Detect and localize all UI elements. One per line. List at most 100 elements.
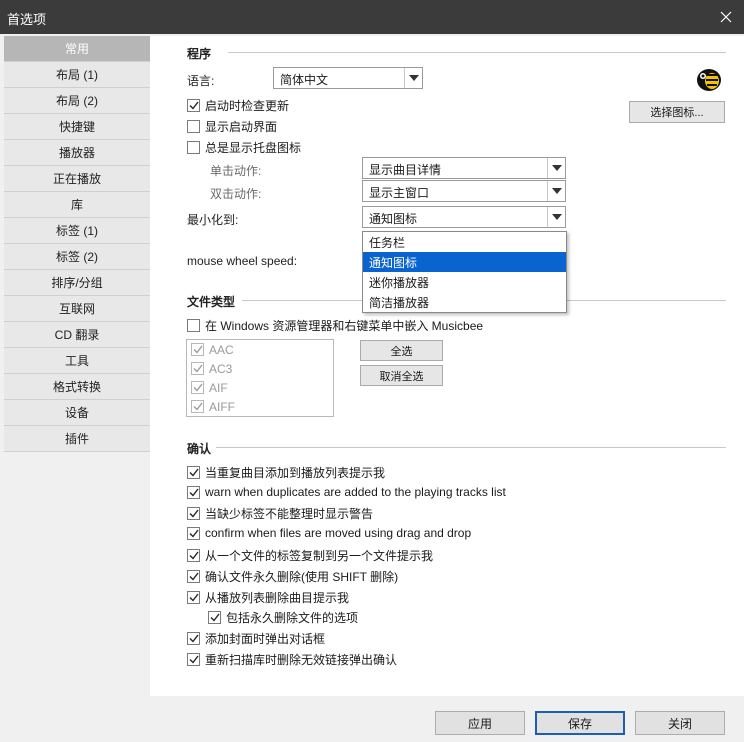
sidebar-item-format-convert[interactable]: 格式转换	[4, 374, 150, 400]
sidebar-item-label: 库	[70, 198, 83, 212]
sidebar-item-label: CD 翻录	[54, 328, 100, 342]
sidebar-item-player[interactable]: 播放器	[4, 140, 150, 166]
sidebar-item-general[interactable]: 常用	[4, 36, 150, 62]
checkmark-icon	[187, 591, 200, 604]
confirm-label: 添加封面时弹出对话框	[205, 632, 326, 646]
confirm-checkbox-3[interactable]: confirm when files are moved using drag …	[187, 526, 471, 540]
always-tray-checkbox[interactable]: 总是显示托盘图标	[187, 139, 301, 156]
sidebar-item-label: 布局 (2)	[55, 94, 98, 108]
checkmark-icon	[187, 99, 200, 112]
sidebar-item-tools[interactable]: 工具	[4, 348, 150, 374]
confirm-label: 重新扫描库时删除无效链接弹出确认	[205, 653, 398, 667]
embed-explorer-checkbox[interactable]: 在 Windows 资源管理器和右键菜单中嵌入 Musicbee	[187, 317, 483, 334]
sidebar-item-label: 快捷键	[58, 120, 95, 134]
sidebar-item-layout-2[interactable]: 布局 (2)	[4, 88, 150, 114]
confirm-label: 从播放列表删除曲目提示我	[205, 591, 350, 605]
dropdown-option-taskbar[interactable]: 任务栏	[363, 232, 566, 252]
check-updates-checkbox[interactable]: 启动时检查更新	[187, 97, 289, 114]
language-select[interactable]: 简体中文	[273, 67, 423, 89]
section-title-file-types: 文件类型	[187, 295, 236, 309]
checkmark-icon	[208, 611, 221, 624]
single-click-value: 显示曲目详情	[369, 163, 442, 177]
confirm-checkbox-6[interactable]: 从播放列表删除曲目提示我	[187, 589, 349, 606]
single-click-select[interactable]: 显示曲目详情	[362, 157, 566, 179]
deselect-all-button[interactable]: 取消全选	[360, 365, 443, 386]
language-label: 语言:	[187, 74, 215, 88]
section-title-program: 程序	[187, 47, 212, 61]
mouse-wheel-label: mouse wheel speed:	[187, 254, 298, 268]
list-item-label: AIFF	[209, 399, 235, 414]
sidebar-item-label: 设备	[64, 406, 89, 420]
chevron-down-icon	[547, 158, 565, 178]
divider	[228, 52, 726, 53]
confirm-checkbox-5[interactable]: 确认文件永久删除(使用 SHIFT 删除)	[187, 568, 398, 585]
sidebar-item-label: 标签 (2)	[55, 250, 98, 264]
list-item-label: AC3	[209, 361, 233, 376]
double-click-select[interactable]: 显示主窗口	[362, 180, 566, 202]
confirm-checkbox-1[interactable]: warn when duplicates are added to the pl…	[187, 485, 506, 499]
sidebar-item-label: 正在播放	[52, 172, 101, 186]
sidebar-item-label: 插件	[64, 432, 89, 446]
close-button[interactable]: 关闭	[635, 711, 725, 735]
sidebar-item-label: 布局 (1)	[55, 68, 98, 82]
checkmark-icon	[191, 362, 204, 375]
confirm-checkbox-0[interactable]: 当重复曲目添加到播放列表提示我	[187, 464, 385, 481]
show-splash-checkbox[interactable]: 显示启动界面	[187, 118, 277, 135]
sidebar-item-layout-1[interactable]: 布局 (1)	[4, 62, 150, 88]
sidebar-item-plugins[interactable]: 插件	[4, 426, 150, 452]
minimize-dropdown-list[interactable]: 任务栏 通知图标 迷你播放器 简洁播放器	[362, 231, 567, 313]
embed-explorer-label: 在 Windows 资源管理器和右键菜单中嵌入 Musicbee	[205, 319, 484, 333]
confirm-label: 当重复曲目添加到播放列表提示我	[205, 466, 386, 480]
sidebar-item-label: 互联网	[58, 302, 95, 316]
minimize-select[interactable]: 通知图标	[362, 206, 566, 228]
musicbee-logo-icon	[695, 66, 723, 92]
close-icon[interactable]	[708, 0, 744, 34]
minimize-label: 最小化到:	[187, 213, 239, 227]
confirm-checkbox-7[interactable]: 包括永久删除文件的选项	[208, 609, 358, 626]
checkbox-box	[187, 319, 200, 332]
list-item[interactable]: AAC	[187, 340, 333, 359]
apply-button[interactable]: 应用	[435, 711, 525, 735]
sidebar-item-devices[interactable]: 设备	[4, 400, 150, 426]
select-all-button[interactable]: 全选	[360, 340, 443, 361]
confirm-checkbox-4[interactable]: 从一个文件的标签复制到另一个文件提示我	[187, 547, 433, 564]
checkmark-icon	[191, 381, 204, 394]
sidebar-item-shortcuts[interactable]: 快捷键	[4, 114, 150, 140]
confirm-checkbox-2[interactable]: 当缺少标签不能整理时显示警告	[187, 505, 373, 522]
sidebar-item-label: 格式转换	[52, 380, 101, 394]
confirm-checkbox-9[interactable]: 重新扫描库时删除无效链接弹出确认	[187, 651, 397, 668]
checkmark-icon	[187, 526, 200, 540]
list-item[interactable]: AC3	[187, 359, 333, 378]
sidebar-item-tags-1[interactable]: 标签 (1)	[4, 218, 150, 244]
dropdown-option-mini-player[interactable]: 迷你播放器	[363, 272, 566, 292]
confirm-checkbox-8[interactable]: 添加封面时弹出对话框	[187, 630, 325, 647]
checkbox-box	[187, 120, 200, 133]
checkmark-icon	[187, 653, 200, 666]
double-click-value: 显示主窗口	[369, 186, 430, 200]
sidebar-item-library[interactable]: 库	[4, 192, 150, 218]
dropdown-option-notify-icon[interactable]: 通知图标	[363, 252, 566, 272]
checkbox-box	[187, 141, 200, 154]
dropdown-option-compact-player[interactable]: 简洁播放器	[363, 292, 566, 312]
file-types-list[interactable]: AAC AC3 AIF AIFF	[186, 339, 334, 417]
sidebar-item-internet[interactable]: 互联网	[4, 296, 150, 322]
sidebar-item-label: 常用	[64, 42, 89, 56]
sidebar-item-label: 工具	[64, 354, 89, 368]
sidebar: 常用 布局 (1) 布局 (2) 快捷键 播放器 正在播放 库 标签 (1) 标…	[4, 36, 150, 696]
show-splash-label: 显示启动界面	[205, 120, 278, 134]
sidebar-item-tags-2[interactable]: 标签 (2)	[4, 244, 150, 270]
sidebar-item-sort-group[interactable]: 排序/分组	[4, 270, 150, 296]
list-item[interactable]: AIFF	[187, 397, 333, 416]
sidebar-item-now-playing[interactable]: 正在播放	[4, 166, 150, 192]
list-item[interactable]: AIF	[187, 378, 333, 397]
checkmark-icon	[187, 466, 200, 479]
sidebar-item-cd-rip[interactable]: CD 翻录	[4, 322, 150, 348]
single-click-label: 单击动作:	[210, 164, 262, 178]
chevron-down-icon	[547, 207, 565, 227]
checkmark-icon	[191, 400, 204, 413]
chevron-down-icon	[404, 68, 422, 88]
sidebar-item-label: 播放器	[58, 146, 95, 160]
confirm-label: 从一个文件的标签复制到另一个文件提示我	[205, 549, 434, 563]
choose-icon-button[interactable]: 选择图标...	[629, 101, 725, 123]
save-button[interactable]: 保存	[535, 711, 625, 735]
